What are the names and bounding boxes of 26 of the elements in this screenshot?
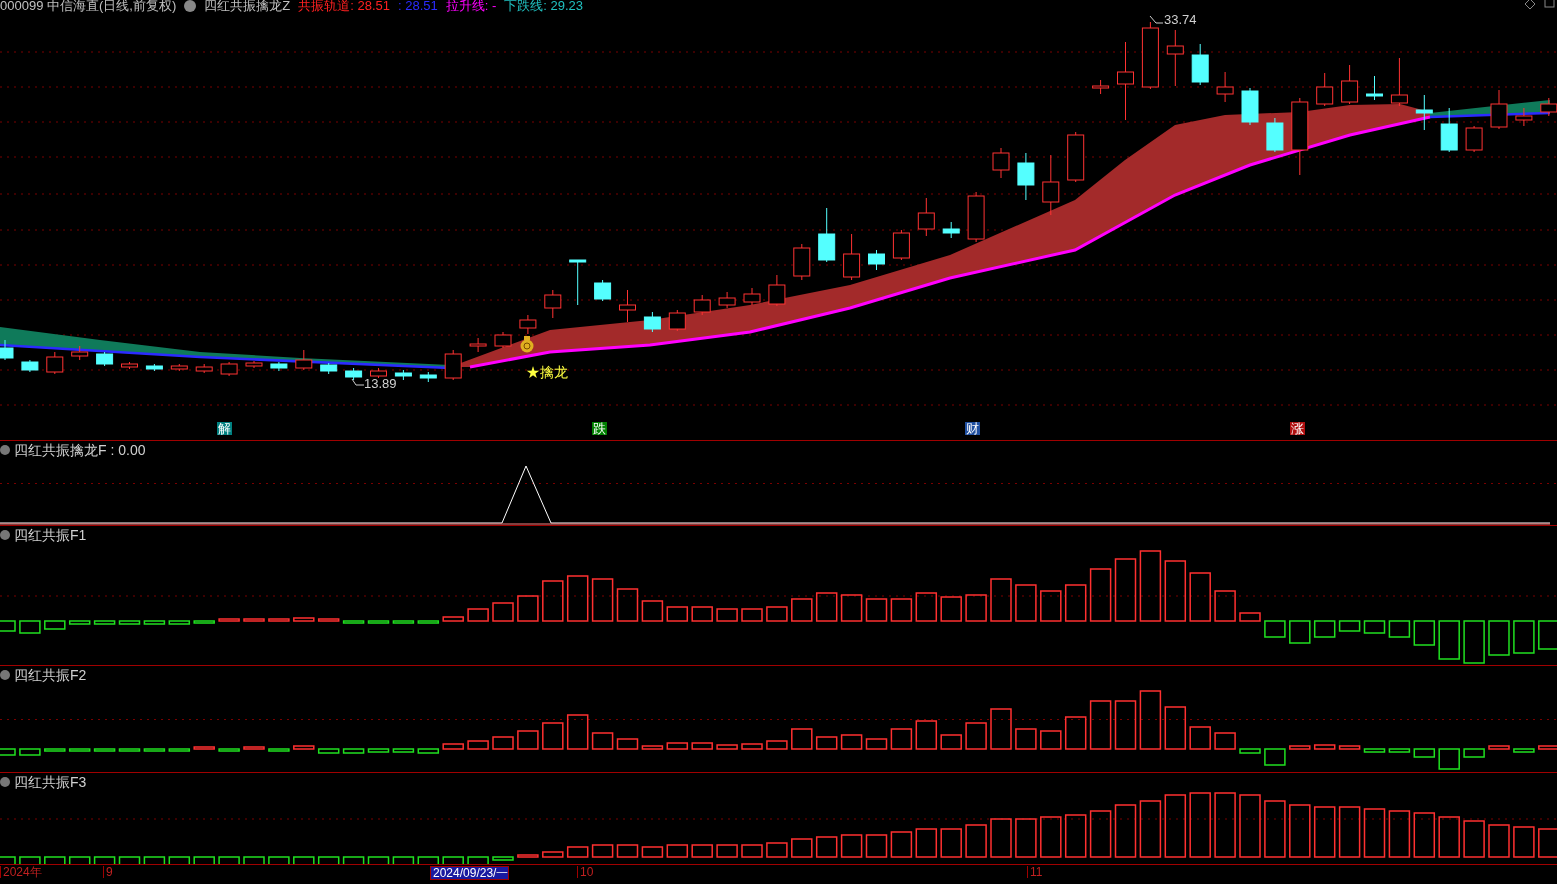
date-axis-label: 10 bbox=[577, 866, 594, 878]
signal-label: ★擒龙 bbox=[526, 365, 568, 379]
date-axis-label: 2024/09/23/一 bbox=[430, 866, 510, 880]
indicator-reading: : 28.51 bbox=[398, 0, 438, 15]
signal-marker: 财 bbox=[965, 422, 980, 435]
panel-title: 四红共振F1 bbox=[14, 528, 87, 542]
date-axis-label: 2024年 bbox=[0, 866, 42, 878]
money-bag-icon bbox=[519, 335, 535, 353]
date-axis-label: 9 bbox=[103, 866, 113, 878]
indicator-reading: 下跌线: 29.23 bbox=[504, 0, 584, 15]
panel-title: 四红共振F3 bbox=[14, 775, 87, 789]
leader-line bbox=[350, 377, 364, 389]
panel-title: 四红共振擒龙F : 0.00 bbox=[14, 443, 146, 457]
panel-title: 四红共振F2 bbox=[14, 668, 87, 682]
indicator-reading: 拉升线: - bbox=[445, 0, 497, 15]
date-axis-label: 11 bbox=[1027, 866, 1043, 878]
signal-marker: 跌 bbox=[592, 422, 607, 435]
signal-marker: 解 bbox=[217, 422, 232, 435]
signal-marker: 涨 bbox=[1290, 422, 1305, 435]
indicator-reading: 共振轨道: 28.51 bbox=[298, 0, 390, 15]
leader-line bbox=[1148, 14, 1164, 26]
low-price-label: 13.89 bbox=[364, 377, 397, 390]
indicator-name: 四红共振擒龙Z bbox=[204, 0, 291, 15]
diamond-icon[interactable] bbox=[1524, 0, 1536, 10]
stock-title: 000099 中信海直(日线,前复权) bbox=[0, 0, 177, 15]
high-price-label: 33.74 bbox=[1164, 13, 1197, 26]
